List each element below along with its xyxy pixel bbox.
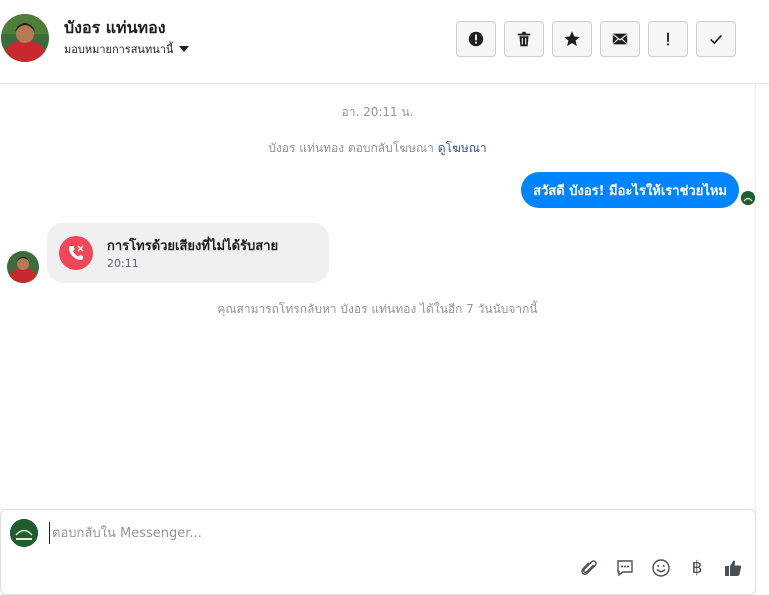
saved-reply-button[interactable] (613, 556, 637, 580)
alert-circle-icon (468, 31, 484, 47)
caret-down-icon (179, 46, 190, 52)
thumbs-up-icon (725, 560, 742, 576)
saved-reply-icon (617, 560, 633, 577)
mark-unread-button[interactable] (600, 21, 640, 57)
emoji-button[interactable] (649, 556, 673, 580)
check-icon (710, 34, 722, 45)
baht-icon: ฿ (691, 558, 703, 578)
missed-call-card[interactable]: การโทรด้วยเสียงที่ไม่ได้รับสาย 20:11 (47, 223, 329, 283)
like-button[interactable] (721, 556, 745, 580)
assign-conversation-dropdown[interactable]: มอบหมายการสนทนานี้ (64, 40, 190, 58)
exclamation-icon (667, 32, 669, 46)
contact-name: บังอร แท่นทอง (64, 18, 166, 37)
view-ad-link[interactable]: ดูโฆษณา (438, 141, 487, 155)
contact-avatar-small[interactable] (7, 251, 39, 283)
conversation-header: บังอร แท่นทอง มอบหมายการสนทนานี้ (0, 0, 769, 84)
delete-button[interactable] (504, 21, 544, 57)
mark-done-button[interactable] (696, 21, 736, 57)
attach-button[interactable] (577, 556, 601, 580)
missed-call-title: การโทรด้วยเสียงที่ไม่ได้รับสาย (107, 239, 279, 254)
spam-button[interactable] (456, 21, 496, 57)
message-input[interactable] (49, 522, 649, 544)
trash-icon (517, 31, 531, 47)
missed-call-time: 20:11 (107, 257, 139, 270)
conversation-timestamp: อา. 20:11 น. (341, 105, 414, 119)
conversation-actions (456, 21, 736, 57)
ad-reply-notice: บังอร แท่นทอง ตอบกลับโฆษณา ดูโฆษณา (0, 139, 755, 158)
page-avatar (741, 191, 755, 205)
star-button[interactable] (552, 21, 592, 57)
missed-call-icon (59, 236, 93, 270)
scrollbar[interactable] (755, 84, 769, 595)
callback-notice: คุณสามารถโทรกลับหา บังอร แท่นทอง ได้ในอี… (217, 302, 538, 316)
payment-button[interactable]: ฿ (685, 556, 709, 580)
ad-reply-text: บังอร แท่นทอง ตอบกลับโฆษณา (268, 141, 434, 155)
outgoing-message-bubble[interactable]: สวัสดี บังอร! มีอะไรให้เราช่วยไหม (521, 172, 739, 208)
paperclip-icon (581, 560, 597, 576)
page-avatar-composer (10, 519, 38, 547)
contact-avatar[interactable] (1, 14, 49, 62)
composer-tools: ฿ (577, 556, 745, 580)
envelope-icon (612, 33, 628, 45)
message-composer: ฿ (0, 509, 756, 595)
follow-up-button[interactable] (648, 21, 688, 57)
star-icon (564, 31, 580, 47)
assign-label: มอบหมายการสนทนานี้ (64, 43, 174, 56)
emoji-icon (652, 559, 670, 577)
